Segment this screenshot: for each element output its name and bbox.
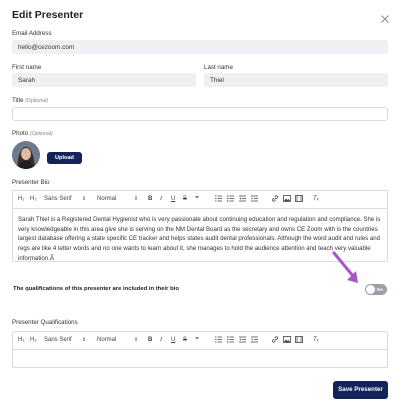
save-presenter-button[interactable]: Save Presenter (333, 381, 388, 399)
close-icon[interactable] (380, 14, 390, 24)
avatar (12, 141, 40, 169)
video-icon[interactable] (295, 191, 303, 208)
bold-icon[interactable]: B (148, 332, 152, 349)
bio-label: Presenter Bio (12, 179, 50, 186)
video-icon[interactable] (295, 332, 303, 349)
heading1-button[interactable]: H₁ (18, 332, 24, 349)
qualifications-toggle-label: The qualifications of this presenter are… (13, 286, 179, 292)
ordered-list-icon[interactable] (215, 332, 222, 349)
italic-icon[interactable]: I (160, 191, 162, 208)
toggle-knob (366, 285, 375, 294)
qualifications-toggle[interactable]: No (365, 284, 387, 295)
size-select-arrow-icon: ⇕ (134, 337, 139, 343)
heading2-button[interactable]: H₂ (30, 191, 37, 208)
link-icon[interactable] (271, 332, 279, 349)
title-field[interactable] (12, 107, 388, 121)
photo-label: Photo (Optional) (12, 130, 53, 137)
email-field[interactable]: hello@cezoom.com (12, 40, 388, 54)
dialog-title: Edit Presenter (12, 9, 84, 21)
heading1-button[interactable]: H₁ (18, 191, 24, 208)
bullet-list-icon[interactable] (227, 191, 234, 208)
font-select[interactable]: Sans Serif (44, 191, 72, 208)
heading2-button[interactable]: H₂ (30, 332, 37, 349)
first-name-field[interactable]: Sarah (12, 73, 196, 87)
link-icon[interactable] (271, 191, 279, 208)
font-select-arrow-icon: ⇕ (82, 196, 87, 202)
outdent-icon[interactable] (239, 191, 246, 208)
size-select[interactable]: Normal (97, 332, 116, 349)
first-name-label: First name (12, 64, 42, 71)
size-select[interactable]: Normal (97, 191, 116, 208)
annotation-arrow-icon (332, 251, 358, 283)
bullet-list-icon[interactable] (227, 332, 234, 349)
qualifications-label: Presenter Qualifications (12, 319, 78, 326)
indent-icon[interactable] (251, 191, 258, 208)
outdent-icon[interactable] (239, 332, 246, 349)
italic-icon[interactable]: I (160, 332, 162, 349)
underline-icon[interactable]: U (171, 332, 175, 349)
clear-format-icon[interactable]: Tₓ (313, 191, 319, 208)
font-select[interactable]: Sans Serif (44, 332, 72, 349)
size-select-arrow-icon: ⇕ (134, 196, 139, 202)
clear-format-icon[interactable]: Tₓ (313, 332, 319, 349)
image-icon[interactable] (283, 332, 291, 349)
font-select-arrow-icon: ⇕ (82, 337, 87, 343)
last-name-label: Last name (204, 64, 233, 71)
indent-icon[interactable] (251, 332, 258, 349)
bio-toolbar: H₁ H₂ Sans Serif ⇕ Normal ⇕ B I U S ” Tₓ (13, 191, 387, 209)
blockquote-icon[interactable]: ” (195, 332, 199, 349)
qualifications-editor[interactable]: H₁ H₂ Sans Serif ⇕ Normal ⇕ B I U S ” Tₓ (12, 331, 388, 368)
upload-button[interactable]: Upload (47, 152, 82, 164)
strike-icon[interactable]: S (183, 332, 187, 349)
last-name-field[interactable]: Thiel (204, 73, 388, 87)
toggle-state: No (377, 286, 384, 292)
bold-icon[interactable]: B (148, 191, 152, 208)
blockquote-icon[interactable]: ” (195, 191, 199, 208)
title-label: Title (Optional) (12, 97, 48, 104)
image-icon[interactable] (283, 191, 291, 208)
qualifications-text[interactable] (13, 350, 387, 362)
underline-icon[interactable]: U (171, 191, 175, 208)
ordered-list-icon[interactable] (215, 191, 222, 208)
strike-icon[interactable]: S (183, 191, 187, 208)
qualifications-toolbar: H₁ H₂ Sans Serif ⇕ Normal ⇕ B I U S ” Tₓ (13, 332, 387, 350)
email-label: Email Address (12, 30, 52, 37)
